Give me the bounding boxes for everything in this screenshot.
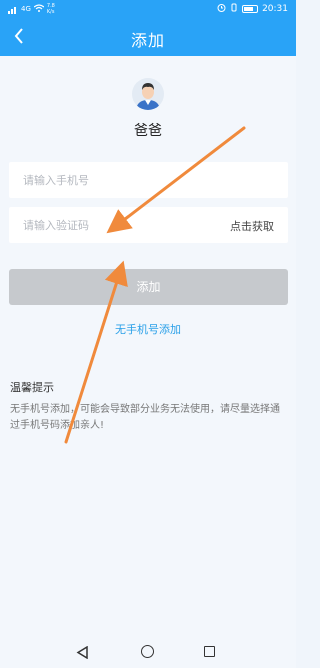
phone-field-container — [9, 162, 288, 198]
phone-input[interactable] — [23, 162, 223, 198]
battery-icon — [242, 5, 259, 13]
system-nav-bar — [0, 636, 296, 668]
network-speed-unit: K/s — [46, 9, 55, 15]
network-speed: 7.8 K/s — [47, 3, 55, 15]
contact-name: 爸爸 — [134, 123, 162, 139]
status-bar: 4G 7.8 K/s 20:31 — [0, 0, 296, 18]
wifi-icon — [33, 3, 45, 15]
get-code-button[interactable]: 点击获取 — [230, 218, 274, 234]
status-bar-right: 20:31 — [217, 3, 288, 15]
code-input[interactable] — [23, 207, 223, 243]
code-field-container: 点击获取 — [9, 207, 288, 243]
square-recent-icon[interactable] — [204, 646, 215, 657]
signal-icon — [8, 5, 18, 14]
add-without-phone-link[interactable]: 无手机号添加 — [0, 321, 296, 337]
vibrate-icon — [230, 3, 238, 15]
add-button[interactable]: 添加 — [9, 269, 288, 305]
alarm-icon — [217, 3, 226, 15]
main-content: 爸爸 点击获取 添加 无手机号添加 温馨提示 无手机号添加，可能会导致部分业务无… — [0, 56, 296, 636]
avatar-icon — [132, 78, 164, 110]
status-time: 20:31 — [262, 4, 288, 14]
page-title: 添加 — [130, 31, 165, 50]
tips-text: 无手机号添加，可能会导致部分业务无法使用，请尽量选择通过手机号码添加亲人! — [10, 404, 280, 431]
status-bar-left: 4G 7.8 K/s — [8, 3, 55, 15]
network-type: 4G — [21, 5, 31, 13]
triangle-back-icon[interactable] — [76, 646, 88, 659]
circle-home-icon[interactable] — [141, 645, 154, 658]
nav-bar: 添加 — [0, 18, 296, 56]
tips-title: 温馨提示 — [10, 381, 54, 394]
